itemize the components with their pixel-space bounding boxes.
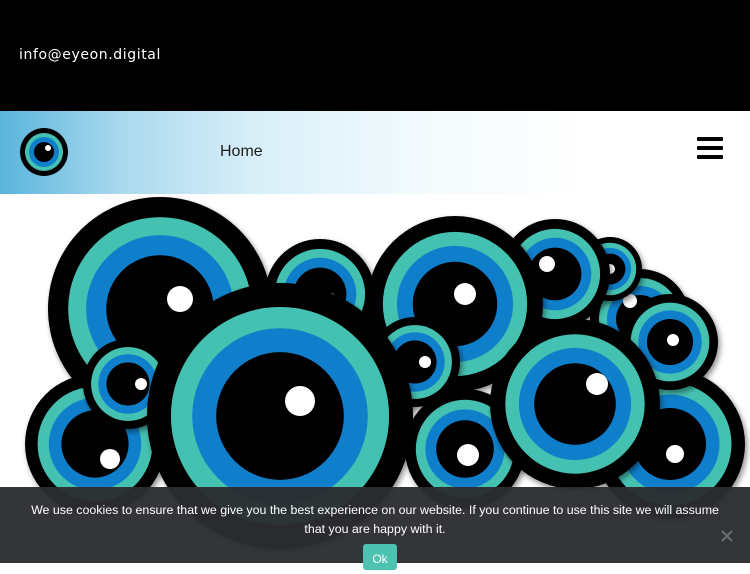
- cookie-notice: We use cookies to ensure that we give yo…: [0, 487, 750, 570]
- top-contact-bar: info@eyeon.digital: [0, 0, 750, 111]
- close-icon[interactable]: [719, 528, 735, 544]
- cookie-message: We use cookies to ensure that we give yo…: [31, 503, 719, 536]
- eye-logo-icon[interactable]: [19, 127, 69, 177]
- cookie-ok-button[interactable]: Ok: [363, 544, 397, 570]
- site-header: Home: [0, 111, 750, 194]
- hamburger-bar: [697, 137, 723, 141]
- nav-home-link[interactable]: Home: [220, 143, 263, 161]
- hamburger-menu-icon[interactable]: [697, 137, 723, 161]
- hamburger-bar: [697, 155, 723, 159]
- contact-email-link[interactable]: info@eyeon.digital: [19, 47, 161, 63]
- eye-shape: [490, 319, 660, 489]
- hamburger-bar: [697, 146, 723, 150]
